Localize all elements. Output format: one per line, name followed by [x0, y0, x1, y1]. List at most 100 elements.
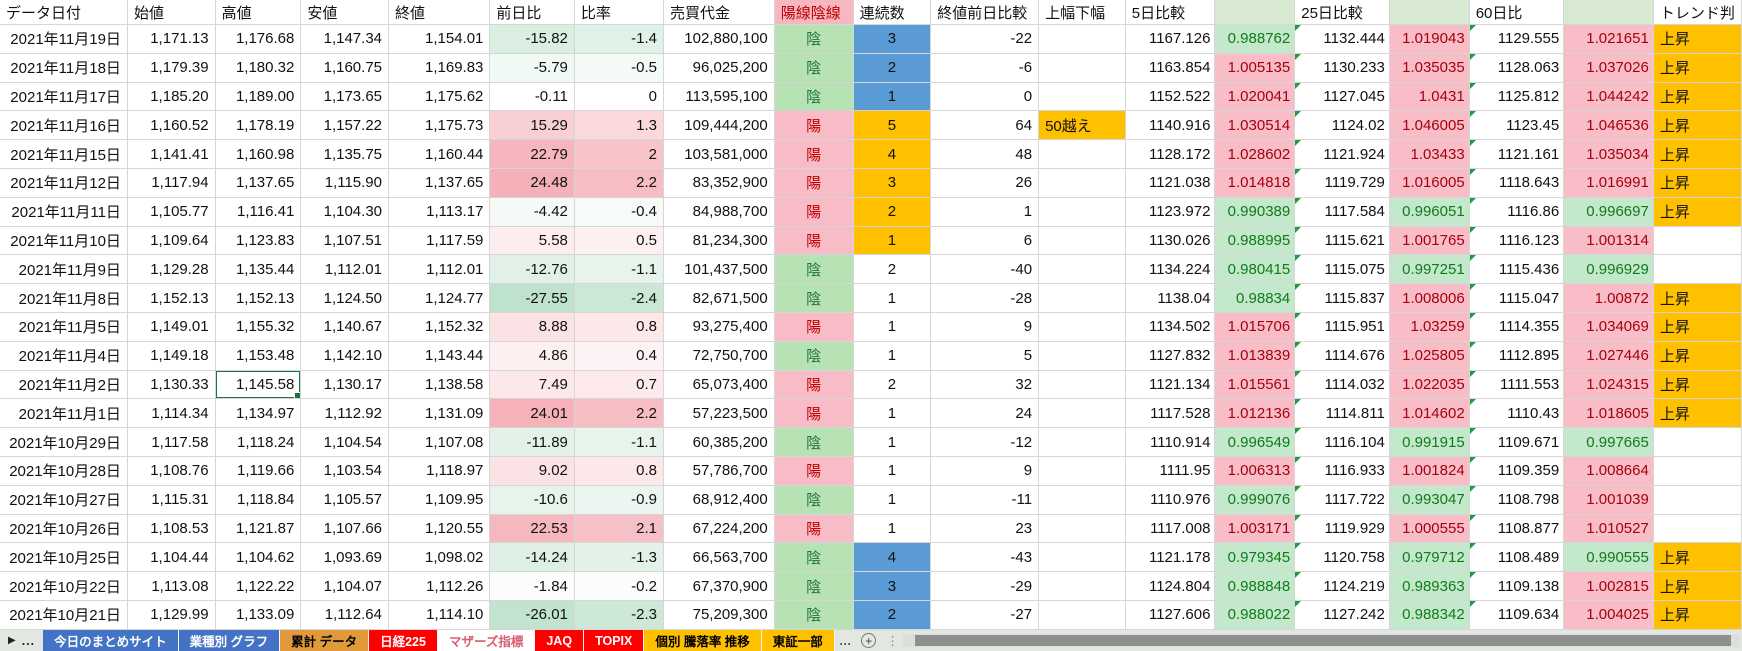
cell-d5[interactable]: 1111.95: [1126, 457, 1216, 486]
column-header-trend[interactable]: トレンド判: [1654, 0, 1742, 25]
cell-d5[interactable]: 1123.972: [1126, 198, 1216, 227]
cell-r60[interactable]: 1.044242: [1564, 83, 1654, 112]
cell-diff[interactable]: 32: [931, 371, 1039, 400]
column-header-date[interactable]: データ日付: [0, 0, 128, 25]
cell-d60[interactable]: 1109.359: [1470, 457, 1565, 486]
cell-r25[interactable]: 0.997251: [1390, 255, 1470, 284]
cell-r60[interactable]: 1.016991: [1564, 169, 1654, 198]
cell-d60[interactable]: 1129.555: [1470, 25, 1565, 54]
cell-d5[interactable]: 1127.606: [1126, 601, 1216, 630]
cell-d5[interactable]: 1128.172: [1126, 140, 1216, 169]
cell-close[interactable]: 1,175.73: [389, 111, 490, 140]
cell-high[interactable]: 1,137.65: [216, 169, 302, 198]
cell-note[interactable]: [1039, 25, 1126, 54]
cell-pct[interactable]: -1.1: [575, 255, 664, 284]
cell-d5[interactable]: 1140.916: [1126, 111, 1216, 140]
cell-high[interactable]: 1,119.66: [216, 457, 302, 486]
cell-streak[interactable]: 2: [854, 601, 932, 630]
cell-open[interactable]: 1,149.18: [128, 342, 216, 371]
cell-streak[interactable]: 1: [854, 428, 932, 457]
cell-candle[interactable]: 陰: [775, 428, 854, 457]
cell-r25[interactable]: 1.016005: [1390, 169, 1470, 198]
cell-d5[interactable]: 1117.528: [1126, 399, 1216, 428]
cell-d5[interactable]: 1134.224: [1126, 255, 1216, 284]
cell-d60[interactable]: 1128.063: [1470, 54, 1565, 83]
cell-open[interactable]: 1,109.64: [128, 227, 216, 256]
cell-d5[interactable]: 1110.914: [1126, 428, 1216, 457]
cell-d60[interactable]: 1115.436: [1470, 255, 1565, 284]
cell-r60[interactable]: 1.021651: [1564, 25, 1654, 54]
cell-low[interactable]: 1,105.57: [301, 486, 389, 515]
cell-r60[interactable]: 1.008664: [1564, 457, 1654, 486]
cell-pct[interactable]: 2: [575, 140, 664, 169]
cell-r5[interactable]: 0.990389: [1215, 198, 1295, 227]
cell-date[interactable]: 2021年10月29日: [0, 428, 128, 457]
cell-d5[interactable]: 1117.008: [1126, 515, 1216, 544]
cell-date[interactable]: 2021年11月11日: [0, 198, 128, 227]
cell-date[interactable]: 2021年10月26日: [0, 515, 128, 544]
cell-r60[interactable]: 0.996929: [1564, 255, 1654, 284]
cell-r60[interactable]: 1.002815: [1564, 572, 1654, 601]
cell-value[interactable]: 72,750,700: [664, 342, 775, 371]
cell-value[interactable]: 93,275,400: [664, 313, 775, 342]
cell-date[interactable]: 2021年11月12日: [0, 169, 128, 198]
cell-diff[interactable]: 5: [931, 342, 1039, 371]
cell-close[interactable]: 1,169.83: [389, 54, 490, 83]
cell-trend[interactable]: [1654, 486, 1742, 515]
cell-r5[interactable]: 1.028602: [1215, 140, 1295, 169]
cell-open[interactable]: 1,160.52: [128, 111, 216, 140]
cell-r5[interactable]: 1.013839: [1215, 342, 1295, 371]
cell-low[interactable]: 1,115.90: [301, 169, 389, 198]
cell-r60[interactable]: 1.027446: [1564, 342, 1654, 371]
cell-open[interactable]: 1,171.13: [128, 25, 216, 54]
cell-r5[interactable]: 0.988995: [1215, 227, 1295, 256]
cell-candle[interactable]: 陰: [775, 83, 854, 112]
cell-pct[interactable]: 0.4: [575, 342, 664, 371]
cell-d5[interactable]: 1127.832: [1126, 342, 1216, 371]
cell-trend[interactable]: [1654, 255, 1742, 284]
cell-high[interactable]: 1,116.41: [216, 198, 302, 227]
cell-low[interactable]: 1,140.67: [301, 313, 389, 342]
cell-change[interactable]: -5.79: [490, 54, 574, 83]
cell-change[interactable]: 24.01: [490, 399, 574, 428]
cell-close[interactable]: 1,154.01: [389, 25, 490, 54]
cell-value[interactable]: 84,988,700: [664, 198, 775, 227]
cell-note[interactable]: [1039, 371, 1126, 400]
sheet-tab-7[interactable]: TOPIX: [584, 630, 644, 651]
cell-trend[interactable]: [1654, 457, 1742, 486]
cell-trend[interactable]: 上昇: [1654, 543, 1742, 572]
add-sheet-button[interactable]: +: [861, 633, 876, 648]
cell-close[interactable]: 1,138.58: [389, 371, 490, 400]
cell-note[interactable]: [1039, 572, 1126, 601]
cell-r5[interactable]: 1.020041: [1215, 83, 1295, 112]
cell-r60[interactable]: 1.001314: [1564, 227, 1654, 256]
cell-value[interactable]: 81,234,300: [664, 227, 775, 256]
cell-trend[interactable]: 上昇: [1654, 54, 1742, 83]
cell-open[interactable]: 1,105.77: [128, 198, 216, 227]
cell-pct[interactable]: 1.3: [575, 111, 664, 140]
cell-candle[interactable]: 陽: [775, 515, 854, 544]
cell-trend[interactable]: 上昇: [1654, 371, 1742, 400]
cell-change[interactable]: 9.02: [490, 457, 574, 486]
column-header-high[interactable]: 高値: [216, 0, 302, 25]
cell-value[interactable]: 96,025,200: [664, 54, 775, 83]
cell-candle[interactable]: 陽: [775, 313, 854, 342]
cell-date[interactable]: 2021年10月25日: [0, 543, 128, 572]
cell-note[interactable]: [1039, 255, 1126, 284]
cell-d60[interactable]: 1109.138: [1470, 572, 1565, 601]
cell-change[interactable]: 15.29: [490, 111, 574, 140]
cell-open[interactable]: 1,149.01: [128, 313, 216, 342]
cell-r60[interactable]: 0.996697: [1564, 198, 1654, 227]
cell-d60[interactable]: 1108.877: [1470, 515, 1565, 544]
cell-trend[interactable]: 上昇: [1654, 169, 1742, 198]
cell-trend[interactable]: 上昇: [1654, 601, 1742, 630]
cell-close[interactable]: 1,107.08: [389, 428, 490, 457]
cell-date[interactable]: 2021年11月17日: [0, 83, 128, 112]
cell-diff[interactable]: 9: [931, 313, 1039, 342]
cell-diff[interactable]: -43: [931, 543, 1039, 572]
cell-candle[interactable]: 陰: [775, 543, 854, 572]
cell-high[interactable]: 1,176.68: [216, 25, 302, 54]
cell-r25[interactable]: 1.03433: [1390, 140, 1470, 169]
cell-r25[interactable]: 1.022035: [1390, 371, 1470, 400]
cell-change[interactable]: 22.53: [490, 515, 574, 544]
